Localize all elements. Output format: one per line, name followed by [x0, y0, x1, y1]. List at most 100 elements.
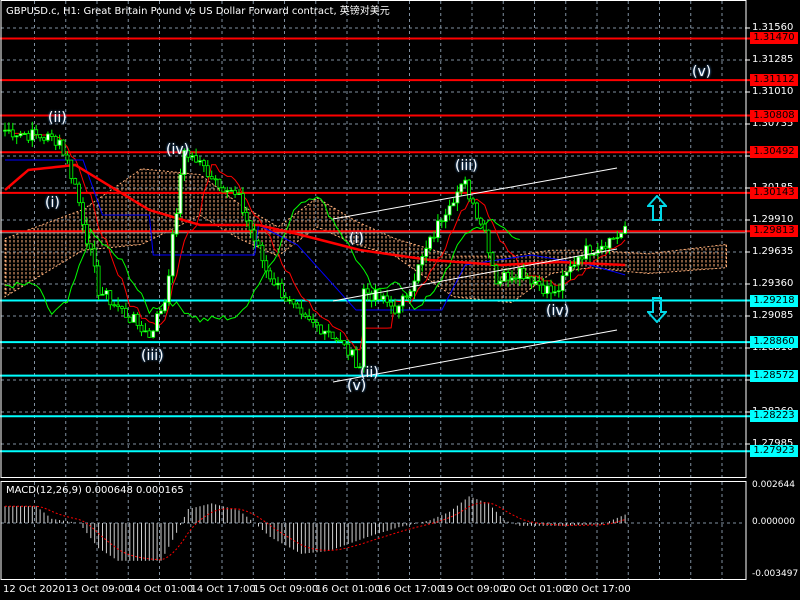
bull-candle — [428, 236, 433, 249]
bear-candle — [541, 284, 546, 294]
bear-candle — [120, 306, 124, 309]
bull-candle — [143, 330, 148, 333]
sell-arrow-icon[interactable] — [647, 297, 667, 323]
bear-candle — [365, 288, 370, 294]
bear-candle — [244, 212, 249, 222]
bull-candle — [502, 272, 507, 282]
bear-candle — [38, 134, 42, 139]
bear-candle — [272, 278, 277, 286]
bull-candle — [46, 133, 50, 141]
macd-panel-border — [0, 481, 747, 580]
bear-candle — [494, 264, 499, 285]
bear-candle — [92, 248, 97, 267]
bull-candle — [30, 129, 35, 141]
price-axis-label: 1.31285 — [752, 53, 794, 65]
bear-candle — [291, 299, 296, 305]
bear-candle — [26, 133, 31, 141]
bear-candle — [549, 285, 553, 294]
bear-candle — [112, 304, 117, 307]
bear-candle — [315, 321, 319, 326]
bull-candle — [553, 291, 557, 294]
bull-candle — [14, 135, 19, 138]
buy-arrow-icon[interactable] — [647, 195, 667, 221]
wave-label: (v) — [692, 64, 712, 80]
price-axis-label: 1.29360 — [752, 277, 794, 289]
bear-candle — [42, 137, 46, 141]
bear-candle — [521, 267, 526, 279]
bear-candle — [283, 297, 288, 302]
bull-candle — [174, 213, 179, 235]
bear-candle — [354, 349, 358, 368]
bear-candle — [201, 160, 206, 167]
bull-candle — [599, 245, 604, 251]
bear-candle — [73, 178, 78, 185]
bear-candle — [385, 295, 390, 303]
price-axis-label: 1.29085 — [752, 309, 794, 321]
bear-candle — [326, 330, 331, 333]
bear-candle — [96, 265, 101, 296]
bear-candle — [393, 305, 397, 314]
bull-candle — [237, 193, 241, 196]
wave-label: (iv) — [546, 303, 570, 319]
bear-candle — [514, 277, 518, 280]
time-axis-label: 14 Oct 17:00 — [190, 584, 256, 595]
bull-candle — [533, 281, 538, 285]
bull-candle — [545, 285, 549, 294]
time-axis-label: 14 Oct 01:00 — [128, 584, 194, 595]
macd-signal-line — [5, 502, 626, 561]
bear-candle — [260, 244, 265, 262]
bear-candle — [53, 136, 58, 146]
bull-candle — [443, 214, 448, 222]
macd-label: MACD(12,26,9) 0.000648 0.000165 — [6, 485, 184, 496]
bear-candle — [389, 301, 394, 307]
bull-candle — [572, 264, 577, 267]
bull-candle — [459, 183, 464, 193]
bull-candle — [584, 245, 588, 260]
time-axis-label: 13 Oct 09:00 — [65, 584, 131, 595]
bull-candle — [396, 305, 401, 314]
bull-candle — [151, 330, 156, 338]
bull-candle — [451, 202, 456, 207]
resistance-level-price: 1.31470 — [750, 32, 798, 45]
bull-candle — [198, 160, 202, 163]
macd-panel — [4, 496, 626, 561]
bear-candle — [439, 220, 444, 223]
bull-candle — [510, 277, 514, 281]
bear-candle — [580, 256, 585, 260]
bear-candle — [124, 307, 128, 318]
macd-axis-max: 0.002644 — [752, 480, 795, 490]
bull-candle — [229, 189, 234, 192]
wave-label: (iii) — [141, 348, 164, 364]
bear-candle — [467, 179, 472, 200]
price-chart[interactable] — [0, 0, 800, 600]
bear-candle — [486, 229, 491, 254]
bear-candle — [490, 252, 495, 266]
time-axis-label: 20 Oct 01:00 — [503, 584, 569, 595]
bull-candle — [100, 293, 105, 296]
bear-candle — [194, 155, 199, 163]
bull-candle — [607, 237, 612, 249]
chart-title: GBPUSD.c, H1: Great Britain Pound vs US … — [6, 6, 390, 17]
wave-label: (ii) — [48, 110, 67, 126]
wave-label: (iii) — [455, 158, 478, 174]
bear-candle — [108, 290, 113, 306]
resistance-level-price: 1.30143 — [750, 186, 798, 199]
bear-candle — [217, 178, 222, 189]
bear-candle — [342, 340, 347, 345]
bear-candle — [279, 282, 284, 298]
bull-candle — [424, 248, 429, 257]
bear-candle — [256, 240, 261, 246]
bear-candle — [377, 289, 382, 300]
bear-candle — [303, 313, 308, 317]
bull-candle — [447, 205, 452, 216]
bull-candle — [159, 310, 163, 315]
bull-candle — [455, 191, 460, 204]
bull-candle — [104, 290, 109, 295]
price-axis-label: 1.31010 — [752, 85, 794, 97]
bear-candle — [474, 202, 479, 219]
bull-candle — [435, 220, 440, 239]
bear-candle — [299, 307, 304, 315]
bear-candle — [221, 187, 226, 193]
bear-candle — [205, 165, 210, 177]
price-axis-label: 1.29910 — [752, 213, 794, 225]
